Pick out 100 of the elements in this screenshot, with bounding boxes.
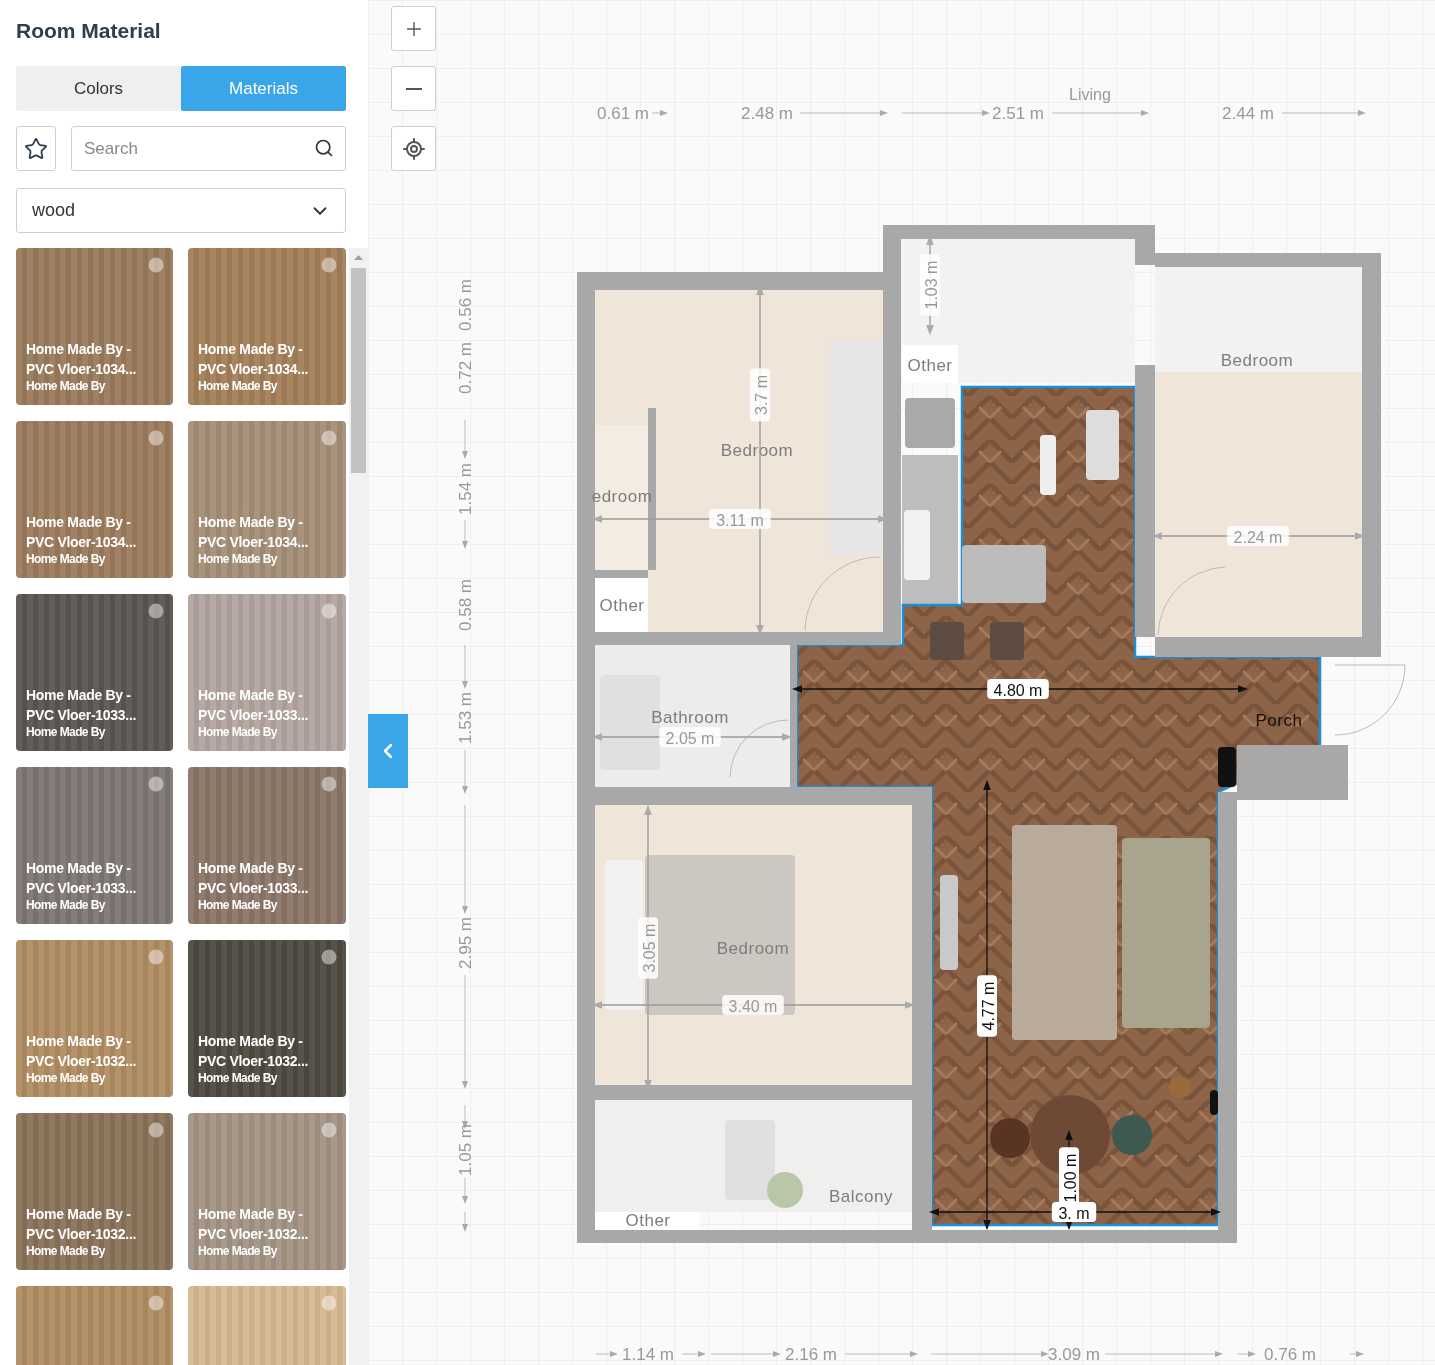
favorites-button[interactable] (16, 126, 56, 171)
crosshair-icon (401, 136, 426, 161)
radiator[interactable] (1210, 1090, 1218, 1115)
dimension-line (462, 1177, 468, 1204)
dimension-label: 1.53 m (455, 692, 475, 744)
pillows[interactable] (605, 860, 643, 1010)
material-swatch[interactable]: Home Made By - PVC Vloer-1034... Home Made By (16, 248, 173, 405)
material-swatch[interactable]: Home Made By - PVC Vloer-1033... Home Made By (16, 767, 173, 924)
bar-stool[interactable] (930, 622, 964, 660)
room-label: Porch (1255, 710, 1303, 730)
room-floor[interactable] (902, 345, 958, 383)
material-swatch[interactable]: Home Made By - PVC Vloer-1032... Home Made By (188, 1113, 346, 1270)
info-icon[interactable] (320, 602, 338, 620)
info-icon[interactable] (320, 1121, 338, 1139)
material-swatch[interactable]: Home Made By - PVC Vloer-1034... Home Made By (188, 421, 346, 578)
category-dropdown[interactable]: wood (16, 188, 346, 233)
recenter-button[interactable] (391, 126, 436, 171)
material-title: Home Made By - PVC Vloer-1033... (26, 686, 138, 725)
material-title: Home Made By - PVC Vloer-1033... (198, 859, 310, 898)
stool[interactable] (905, 398, 955, 448)
room-label: Other (907, 355, 953, 375)
info-icon[interactable] (147, 602, 165, 620)
bar-stool[interactable] (990, 622, 1024, 660)
side-table[interactable] (1169, 1076, 1191, 1098)
material-swatch[interactable]: Home Made By - PVC Vloer-1032... Home Made By (16, 940, 173, 1097)
measurement-label: 3.40 m (722, 995, 784, 1015)
dimension-label: 1.14 m (622, 1344, 674, 1364)
info-icon[interactable] (147, 775, 165, 793)
material-swatch[interactable]: Home Made By - PVC Vloer-1034... Home Made By (16, 421, 173, 578)
door-swing-arc (1334, 664, 1406, 736)
info-icon[interactable] (320, 948, 338, 966)
measurement-label: 2.05 m (659, 727, 721, 747)
material-swatch[interactable]: Home Made By - PVC Vloer-1034... Home Made By (188, 248, 346, 405)
material-brand: Home Made By (198, 1071, 279, 1086)
material-title: Home Made By - PVC Vloer-1033... (26, 859, 138, 898)
measurement-label: 1.03 m (920, 254, 940, 316)
wardrobe[interactable] (830, 340, 882, 555)
collapse-panel-button[interactable] (368, 714, 408, 788)
measurement-label: 4.77 m (977, 975, 997, 1037)
material-title: Home Made By - PVC Vloer-1032... (26, 1032, 138, 1071)
scrollbar[interactable] (349, 248, 368, 1365)
dimension-label: 1.05 m (455, 1124, 475, 1176)
material-swatch[interactable]: Home Made By - PVC Vloer-1033... Home Made By (188, 594, 346, 751)
plant[interactable] (767, 1172, 803, 1208)
desk[interactable] (1086, 410, 1119, 480)
area-label: Living (1069, 85, 1111, 103)
zoom-in-button[interactable] (391, 6, 436, 51)
zoom-out-button[interactable] (391, 66, 436, 111)
dimension-line (462, 419, 468, 459)
measurement-label: 3. m (1051, 1202, 1097, 1222)
dimension-line (462, 519, 468, 549)
dimension-label: 2.16 m (785, 1344, 837, 1364)
rug[interactable] (1012, 825, 1117, 1040)
measurement-label: 3.05 m (638, 917, 658, 979)
info-icon[interactable] (147, 1294, 165, 1312)
measurement-label: 3.11 m (709, 509, 771, 529)
dimension-label: 2.95 m (455, 917, 475, 969)
material-brand: Home Made By (26, 725, 107, 740)
dimension-line (462, 644, 468, 689)
info-icon[interactable] (147, 256, 165, 274)
cabinet[interactable] (725, 1120, 775, 1200)
info-icon[interactable] (320, 429, 338, 447)
tab[interactable]: Materials (181, 66, 346, 111)
dimension-label: 2.44 m (1222, 103, 1274, 123)
room-label: Bedroom (720, 440, 794, 460)
kitchen-counter[interactable] (962, 545, 1046, 603)
material-swatch[interactable]: Home Made By - PVC Vloer-1033... Home Made By (188, 767, 346, 924)
sofa[interactable] (1122, 838, 1210, 1028)
chair[interactable] (990, 1118, 1030, 1158)
star-icon (24, 136, 48, 161)
dimension-label: 0.76 m (1264, 1344, 1316, 1364)
fridge[interactable] (904, 510, 930, 580)
tab[interactable]: Colors (16, 66, 181, 111)
material-swatch[interactable]: Home Made By - PVC Vloer-1032... Home Made By (188, 940, 346, 1097)
info-icon[interactable] (147, 948, 165, 966)
bench[interactable] (1040, 435, 1056, 495)
material-brand: Home Made By (198, 898, 279, 913)
material-swatch[interactable]: Home Made By - PVC Vloer-1032... Home Made By (16, 1113, 173, 1270)
chair[interactable] (1112, 1115, 1152, 1155)
room-floor[interactable] (595, 578, 648, 632)
search-field[interactable]: Search (71, 126, 346, 171)
material-swatch[interactable]: Home Made By - PVC Vloer-1033... Home Made By (16, 594, 173, 751)
bed[interactable] (645, 855, 795, 1015)
tv-stand[interactable] (940, 875, 958, 970)
info-icon[interactable] (147, 429, 165, 447)
info-icon[interactable] (320, 775, 338, 793)
door-frame[interactable] (1218, 747, 1236, 787)
dimension-line (462, 1211, 468, 1232)
info-icon[interactable] (320, 256, 338, 274)
info-icon[interactable] (147, 1121, 165, 1139)
info-icon[interactable] (320, 1294, 338, 1312)
room-floor[interactable] (595, 1212, 700, 1230)
dimension-line (1349, 1351, 1364, 1357)
room-label: Bathroom (651, 707, 729, 727)
room-label: Bedroom (716, 938, 790, 958)
room-label: Other (625, 1210, 671, 1230)
dimension-label: 0.72 m (455, 342, 475, 394)
dimension-line (1236, 1351, 1256, 1357)
dimension-label: 0.58 m (455, 579, 475, 631)
material-brand: Home Made By (26, 1244, 107, 1259)
